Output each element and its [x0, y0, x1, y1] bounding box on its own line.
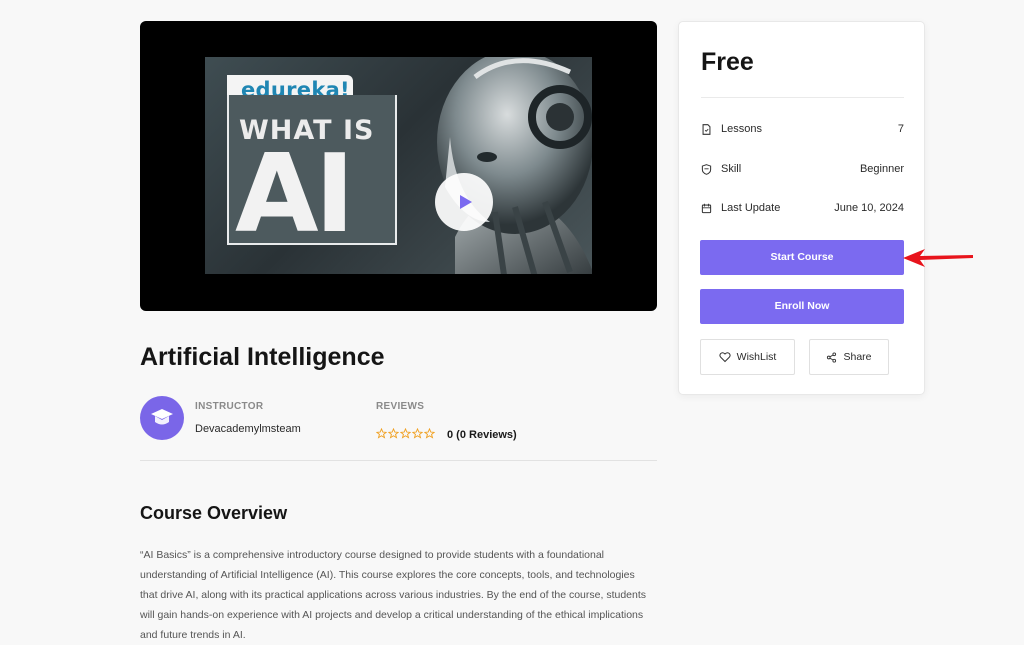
- info-value: June 10, 2024: [834, 202, 904, 214]
- info-row-lessons: Lessons 7: [701, 121, 904, 137]
- share-button[interactable]: Share: [809, 339, 889, 375]
- info-label: Lessons: [721, 123, 762, 135]
- instructor-label: INSTRUCTOR: [195, 401, 264, 412]
- star-icon: [388, 428, 399, 439]
- info-value: Beginner: [859, 163, 904, 175]
- play-button[interactable]: [435, 173, 493, 231]
- instructor-avatar: [140, 396, 184, 440]
- price: Free: [701, 48, 754, 76]
- wishlist-button[interactable]: WishList: [700, 339, 795, 375]
- info-row-skill: Skill Beginner: [701, 161, 904, 177]
- info-value: 7: [897, 123, 904, 135]
- enroll-card: Free Lessons 7 Skill Beginner Last Updat…: [678, 21, 925, 395]
- info-label: Last Update: [721, 202, 781, 214]
- share-icon: [827, 351, 837, 363]
- headline-large: AI: [235, 132, 355, 257]
- course-page: edureka! WHAT IS AI Artificial Intellige…: [0, 0, 1024, 645]
- file-icon: [701, 123, 713, 135]
- enroll-now-button[interactable]: Enroll Now: [700, 289, 904, 324]
- info-row-last-update: Last Update June 10, 2024: [701, 200, 904, 216]
- video-player[interactable]: edureka! WHAT IS AI: [140, 21, 657, 311]
- star-icon: [412, 428, 423, 439]
- annotation-arrow: [903, 249, 973, 267]
- graduation-cap-icon: [151, 409, 173, 425]
- heart-icon: [719, 352, 731, 363]
- overview-text: “AI Basics” is a comprehensive introduct…: [140, 549, 647, 641]
- start-course-button[interactable]: Start Course: [700, 240, 904, 275]
- overview-title: Course Overview: [140, 503, 288, 523]
- rating-stars: [376, 428, 435, 439]
- robot-illustration: [437, 57, 592, 274]
- course-title: Artificial Intelligence: [140, 343, 385, 371]
- reviews-count: 0 (0 Reviews): [447, 429, 517, 441]
- video-thumbnail: edureka! WHAT IS AI: [205, 57, 592, 274]
- reviews-label: REVIEWS: [376, 401, 425, 412]
- star-icon: [424, 428, 435, 439]
- share-label: Share: [843, 351, 872, 363]
- wishlist-label: WishList: [736, 351, 777, 363]
- calendar-icon: [701, 202, 713, 214]
- play-icon: [460, 195, 472, 209]
- star-icon: [376, 428, 387, 439]
- card-divider: [701, 97, 904, 98]
- instructor-name[interactable]: Devacademylmsteam: [195, 423, 301, 435]
- info-label: Skill: [721, 163, 742, 175]
- meta-divider: [140, 460, 657, 461]
- shield-icon: [701, 163, 713, 175]
- star-icon: [400, 428, 411, 439]
